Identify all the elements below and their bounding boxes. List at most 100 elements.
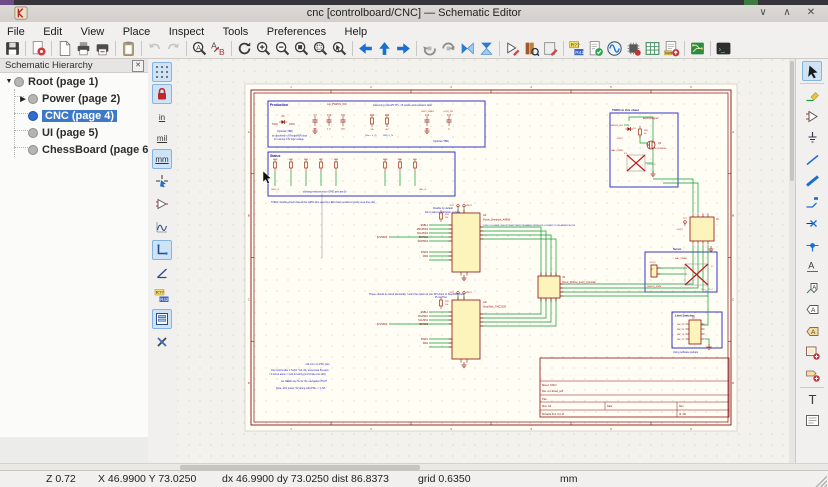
annotate-button[interactable]: R??R42 [567,39,586,58]
panel-header[interactable]: Schematic Hierarchy ✕ [0,59,148,73]
schematic-text: PU to PSU [435,296,447,299]
rotate-cw-button[interactable] [439,39,458,58]
schematic-text: DNP: 4_7k [383,135,394,137]
menu-inspect[interactable]: Inspect [162,25,211,39]
hierarchical-sheet-tool-button[interactable] [802,343,822,363]
menu-file[interactable]: File [0,25,32,39]
status-bar: Z 0.72 X 46.9900 Y 73.0250 dx 46.9900 dy… [0,470,828,487]
resize-grip-icon[interactable] [814,474,827,487]
annotate-auto-button[interactable]: R??R42 [152,286,172,306]
text-box-tool-button[interactable] [802,411,822,431]
zoom-in-button[interactable] [254,39,273,58]
title-bar[interactable]: cnc [controlboard/CNC] — Schematic Edito… [0,5,828,23]
close-button[interactable]: ✕ [802,6,820,20]
expander-icon[interactable]: ▼ [4,78,14,85]
global-label-tool-button[interactable]: A [802,300,822,320]
schematic-setup-button[interactable] [29,39,48,58]
maximize-button[interactable]: ∧ [778,6,796,20]
expander-icon[interactable]: ▶ [18,95,28,103]
erc-markers-button[interactable] [152,194,172,214]
units-mils-button[interactable]: mil [152,128,172,148]
erc-button[interactable] [586,39,605,58]
menu-edit[interactable]: Edit [36,25,69,39]
hierarchical-label-tool-button[interactable]: A [802,321,822,341]
place-power-port-tool-button[interactable] [802,128,822,148]
simulation-probe-button[interactable] [152,217,172,237]
schematic-text: = 4.2A tot alone = 4.2A for wiring (incl… [269,373,326,376]
units-mm-button[interactable]: mm [152,149,172,169]
net-class-directive-tool-button[interactable]: A [802,278,822,298]
find-button[interactable]: A [190,39,209,58]
place-symbol-tool-button[interactable] [802,106,822,126]
net-label-tool-button[interactable]: A [802,257,822,277]
draw-bus-tool-button[interactable] [802,171,822,191]
grid-toggle-button[interactable] [152,62,172,82]
place-junction-tool-button[interactable] [802,235,822,255]
rotate-ccw-button[interactable] [420,39,439,58]
menu-tools[interactable]: Tools [216,25,256,39]
zoom-objects-button[interactable] [311,39,330,58]
redo-button[interactable] [164,39,183,58]
hierarchy-navigator-button[interactable] [152,309,172,329]
draw-wire-tool-button[interactable] [802,149,822,169]
highlight-net-tool-button[interactable] [802,85,822,105]
crosshair-cursor-button[interactable] [152,171,172,191]
svg-text:T: T [808,392,816,407]
svg-text:R42: R42 [575,50,584,56]
paste-button[interactable] [119,39,138,58]
save-button[interactable] [3,39,22,58]
symbol-fields-table-button[interactable] [643,39,662,58]
minimize-button[interactable]: ∨ [754,6,772,20]
import-sheet-pin-tool-button[interactable] [802,364,822,384]
properties-tools-button[interactable] [152,332,172,352]
text-tool-button[interactable]: T [802,389,822,409]
nav-up-sheet-button[interactable] [375,39,394,58]
any-angle-wire-mode-button[interactable] [152,263,172,283]
schematic-text: Optional (TBD) [277,130,293,133]
mirror-vertical-button[interactable] [458,39,477,58]
scripting-console-button[interactable]: ›_ [714,39,733,58]
menu-place[interactable]: Place [116,25,158,39]
left-toolbar: in mil mm R??R42 [148,59,178,463]
menu-help[interactable]: Help [338,25,375,39]
zoom-fit-button[interactable] [292,39,311,58]
plot-button[interactable] [93,39,112,58]
footprint-editor-button[interactable] [541,39,560,58]
schematic-text: SCL/PFD1 [417,233,429,235]
refresh-button[interactable] [235,39,254,58]
panel-close-icon[interactable]: ✕ [132,60,144,72]
select-tool-button[interactable] [802,61,822,81]
menu-view[interactable]: View [74,25,112,39]
hv-wire-mode-button[interactable] [152,240,172,260]
print-button[interactable] [74,39,93,58]
edit-symbol-button[interactable] [503,39,522,58]
hierarchy-item-cnc[interactable]: CNC (page 4) [28,108,117,123]
lock-button[interactable] [152,84,172,104]
no-connect-tool-button[interactable] [802,214,822,234]
mirror-horizontal-button[interactable] [477,39,496,58]
assign-footprints-button[interactable] [624,39,643,58]
open-pcb-editor-button[interactable] [688,39,707,58]
zoom-out-button[interactable] [273,39,292,58]
nav-back-button[interactable] [356,39,375,58]
page-settings-button[interactable] [55,39,74,58]
library-browser-button[interactable] [522,39,541,58]
hierarchy-item-ui[interactable]: UI (page 5) [28,125,98,140]
units-inches-button[interactable]: in [152,107,172,127]
simulator-button[interactable] [605,39,624,58]
zoom-selection-button[interactable] [330,39,349,58]
bom-button[interactable]: bom [662,39,681,58]
component-body [690,217,714,241]
schematic-text: StepStick_TMC2209 [483,306,507,309]
scrollbar-thumb[interactable] [790,61,794,181]
hierarchy-item-chessboard[interactable]: ChessBoard (page 6) [28,142,152,157]
undo-button[interactable] [145,39,164,58]
nav-forward-button[interactable] [394,39,413,58]
menu-preferences[interactable]: Preferences [260,25,333,39]
hierarchy-item-power[interactable]: ▶ Power (page 2) [18,91,120,106]
schematic-canvas[interactable]: 112233445566AABBCCDDSheet: /CNC/File: cn… [177,59,789,463]
hierarchy-item-root[interactable]: ▼ Root (page 1) [4,74,98,89]
hierarchy-item-label: Power (page 2) [42,93,120,105]
wire-to-bus-entry-tool-button[interactable] [802,192,822,212]
find-replace-button[interactable]: AB [209,39,228,58]
